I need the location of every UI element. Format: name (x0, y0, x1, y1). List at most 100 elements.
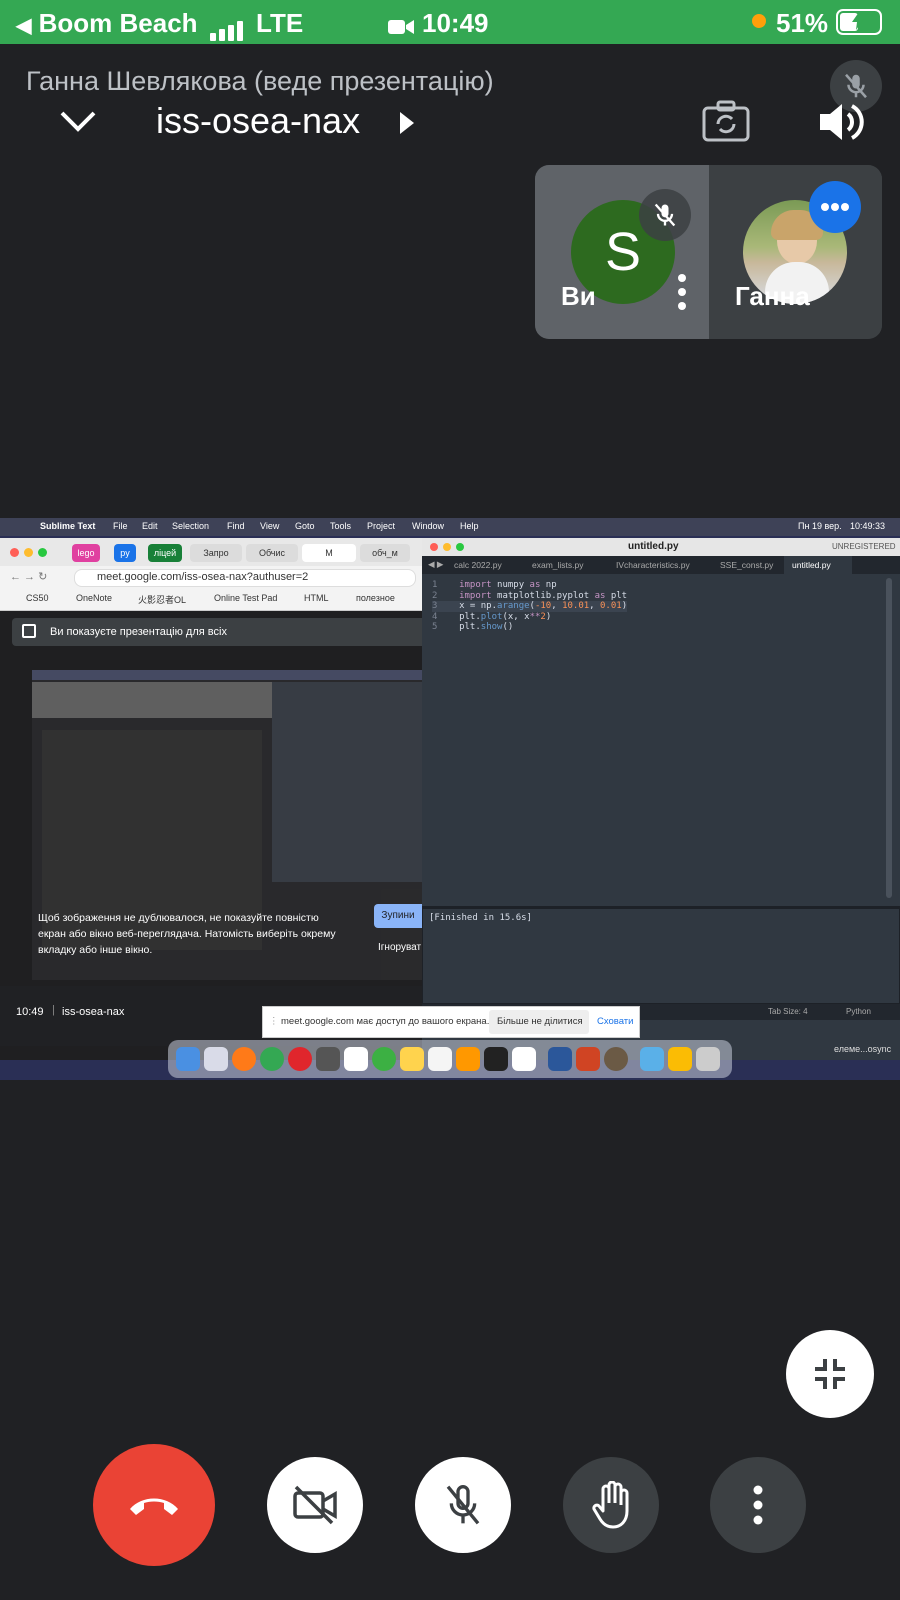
tab-size-label[interactable]: Tab Size: 4 (768, 1007, 808, 1016)
participant-name: Ви (561, 281, 596, 311)
minimize-window-icon[interactable] (443, 543, 451, 551)
browser-tab[interactable]: Запро (190, 544, 242, 562)
menubar-item: Project (367, 521, 396, 531)
stickies-icon[interactable] (428, 1047, 452, 1071)
zoom-window-icon[interactable] (456, 543, 464, 551)
exit-fullscreen-button[interactable] (786, 1330, 874, 1418)
browser-tab[interactable]: lego (72, 544, 100, 562)
menubar-item: View (260, 521, 280, 531)
calendar-icon[interactable] (344, 1047, 368, 1071)
hang-up-icon (130, 1498, 178, 1515)
battery-charging-icon (836, 9, 882, 35)
mac-menubar: Sublime Text File Edit Selection Find Vi… (0, 518, 900, 536)
bookmark[interactable]: CS50 (26, 593, 49, 603)
editor-window: untitled.py UNREGISTERED ◀ ▶ calc 2022.p… (422, 538, 900, 1060)
shared-screen[interactable]: Sublime Text File Edit Selection Find Vi… (0, 518, 900, 1080)
editor-tab[interactable]: exam_lists.py (532, 560, 584, 570)
calculator-icon[interactable] (316, 1047, 340, 1071)
menubar-item: Help (460, 521, 479, 531)
browser-tab-active[interactable]: М (302, 544, 356, 562)
syntax-label[interactable]: Python (846, 1007, 871, 1016)
menubar-app: Sublime Text (40, 521, 96, 531)
speaker-icon[interactable] (816, 100, 864, 149)
speaking-indicator-icon (809, 181, 861, 233)
ignore-button[interactable]: Ігноруват (378, 942, 421, 953)
drive-icon[interactable] (668, 1047, 692, 1071)
notes-icon[interactable] (400, 1047, 424, 1071)
word-icon[interactable] (548, 1047, 572, 1071)
firefox-icon[interactable] (232, 1047, 256, 1071)
bookmark[interactable]: OneNote (76, 593, 112, 603)
mic-in-use-indicator (752, 14, 766, 28)
editor-tab[interactable]: calc 2022.py (454, 560, 502, 570)
launchpad-icon[interactable] (204, 1047, 228, 1071)
bookmark[interactable]: 火影忍者OL (138, 593, 186, 606)
minimize-window-icon[interactable] (24, 548, 33, 557)
bookmark[interactable]: полезное (356, 593, 395, 603)
back-to-app-link[interactable]: ◀ Boom Beach (16, 8, 198, 39)
more-options-button[interactable] (710, 1457, 806, 1553)
powerpoint-icon[interactable] (576, 1047, 600, 1071)
opera-icon[interactable] (288, 1047, 312, 1071)
notion-icon[interactable] (512, 1047, 536, 1071)
folder-icon[interactable] (640, 1047, 664, 1071)
present-icon (22, 624, 36, 638)
browser-tab[interactable]: обч_м (360, 544, 410, 562)
license-label: UNREGISTERED (832, 542, 896, 551)
code-area[interactable]: 1 import numpy as np 2 import matplotlib… (432, 580, 628, 633)
participant-name: Ганна (735, 281, 810, 311)
editor-tab[interactable]: IVcharacteristics.py (616, 560, 690, 570)
bookmark[interactable]: HTML (304, 593, 329, 603)
finder-icon[interactable] (176, 1047, 200, 1071)
menubar-item: Window (412, 521, 445, 531)
editor-tab-active[interactable]: untitled.py (792, 560, 831, 570)
more-vert-icon[interactable] (677, 273, 687, 316)
menubar-clock: 10:49:33 (850, 521, 886, 531)
participant-tile[interactable]: Ганна (709, 165, 882, 339)
self-tile[interactable]: S Ви (535, 165, 709, 339)
close-window-icon[interactable] (430, 543, 438, 551)
drag-handle-icon[interactable]: ⋮ (269, 1016, 279, 1027)
browser-urlbar[interactable]: ← → ↻ meet.google.com/iss-osea-nax?authu… (0, 566, 422, 588)
meeting-code[interactable]: iss-osea-nax (156, 100, 360, 142)
camera-off-icon (293, 1485, 337, 1525)
close-window-icon[interactable] (10, 548, 19, 557)
end-call-button[interactable] (93, 1444, 215, 1566)
hide-link[interactable]: Сховати (597, 1016, 633, 1027)
mic-toggle-button[interactable] (415, 1457, 511, 1553)
back-arrow-icon: ◀ (16, 15, 32, 37)
stop-sharing-button[interactable]: Зупини (374, 904, 422, 928)
menubar-item: Goto (295, 521, 315, 531)
video-call-icon[interactable] (388, 12, 414, 43)
mic-off-icon (446, 1485, 480, 1525)
trash-icon[interactable] (696, 1047, 720, 1071)
bookmark[interactable]: Online Test Pad (214, 593, 277, 603)
menubar-item: Tools (330, 521, 352, 531)
collapse-chevron-icon[interactable] (58, 105, 98, 140)
zoom-window-icon[interactable] (38, 548, 47, 557)
nav-arrows-icon[interactable]: ← → ↻ (10, 570, 47, 583)
browser-tab[interactable]: Обчис (246, 544, 298, 562)
app-icon[interactable] (604, 1047, 628, 1071)
editor-tabbar: ◀ ▶ calc 2022.py exam_lists.py IVcharact… (422, 556, 900, 574)
presenting-text: Ви показуєте презентацію для всіх (50, 626, 227, 638)
camera-toggle-button[interactable] (267, 1457, 363, 1553)
menubar-date: Пн 19 вер. (798, 521, 842, 531)
browser-tab[interactable]: py (114, 544, 136, 562)
piano-icon[interactable] (484, 1047, 508, 1071)
evernote-icon[interactable] (372, 1047, 396, 1071)
browser-tab[interactable]: ліцей (148, 544, 182, 562)
meeting-details-arrow-icon[interactable] (400, 112, 414, 139)
status-bar: ◀ Boom Beach LTE 10:49 51% (0, 0, 900, 44)
exit-fullscreen-icon (815, 1359, 845, 1389)
editor-scrollbar[interactable] (886, 578, 892, 898)
editor-tab[interactable]: SSE_const.py (720, 560, 773, 570)
stop-sharing-link[interactable]: Більше не ділитися (497, 1016, 583, 1027)
share-bar-text: meet.google.com має доступ до вашого екр… (281, 1016, 490, 1027)
bookmarks-bar: CS50 OneNote 火影忍者OL Online Test Pad HTML… (0, 588, 422, 611)
sublime-icon[interactable] (456, 1047, 480, 1071)
chrome-icon[interactable] (260, 1047, 284, 1071)
presenter-label: Ганна Шевлякова (веде презентацію) (26, 66, 494, 96)
switch-camera-icon[interactable] (702, 100, 750, 147)
raise-hand-button[interactable] (563, 1457, 659, 1553)
